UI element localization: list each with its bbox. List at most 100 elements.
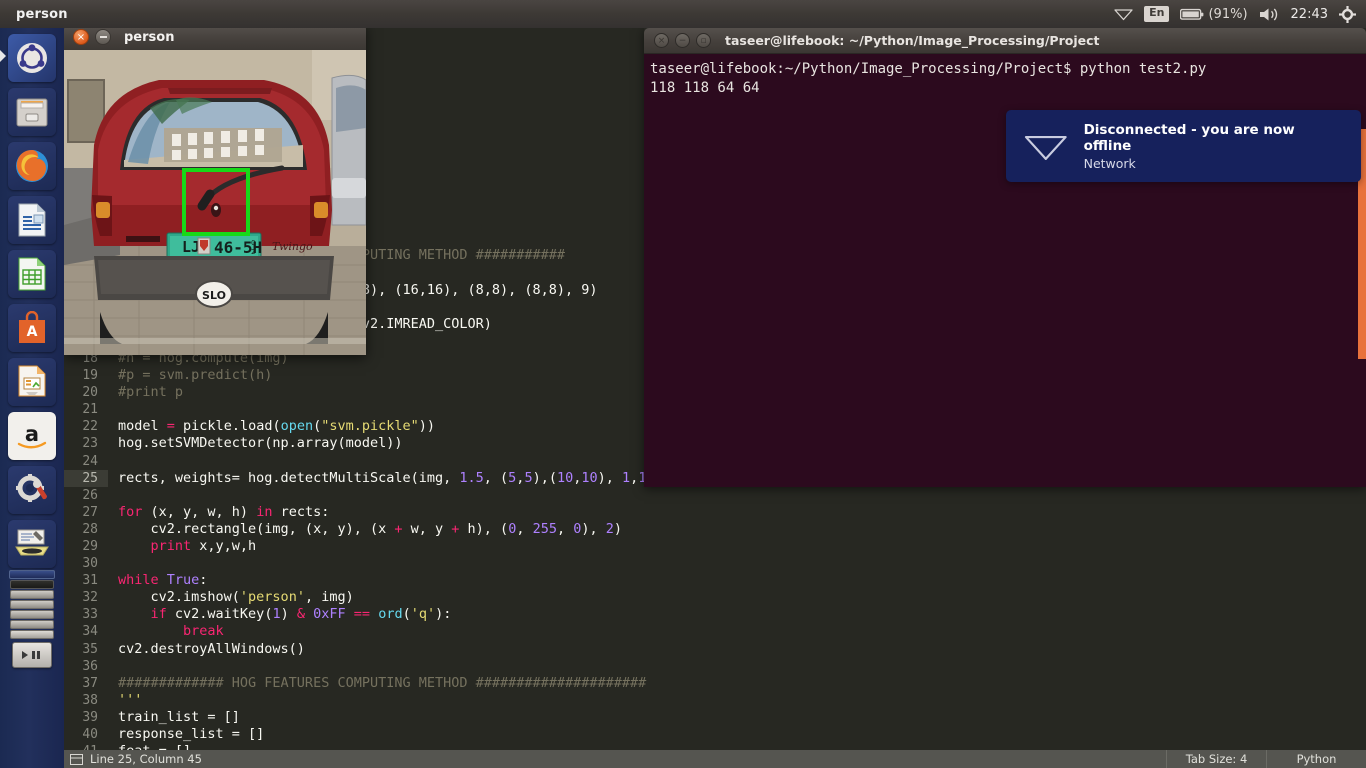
editor-status-bar: Line 25, Column 45 Tab Size: 4 Python — [64, 750, 1366, 768]
terminal-line: 118 118 64 64 — [650, 80, 760, 96]
ubuntu-logo-icon — [17, 43, 47, 73]
line-number: 29 — [82, 538, 98, 554]
code-line[interactable]: 35 cv2.destroyAllWindows() — [64, 641, 1366, 658]
line-number: 31 — [82, 573, 98, 589]
system-tray[interactable]: En (91%) 22:43 — [1114, 5, 1366, 23]
code-line-text: if cv2.waitKey(1) & 0xFF == ord('q'): — [150, 606, 452, 623]
terminal-line: taseer@lifebook:~/Python/Image_Processin… — [650, 61, 1207, 77]
terminal-close-button[interactable]: × — [654, 33, 669, 48]
code-line-text — [108, 453, 118, 470]
stack-item — [10, 600, 54, 609]
code-line-text — [108, 555, 118, 572]
svg-text:a: a — [25, 422, 39, 446]
line-number: 36 — [82, 658, 98, 674]
code-line[interactable]: 32 cv2.imshow('person', img) — [64, 589, 1366, 606]
launcher-item-amazon[interactable]: a — [8, 412, 56, 460]
launcher-item-libreoffice-writer[interactable] — [8, 196, 56, 244]
line-number: 34 — [82, 624, 98, 640]
launcher-item-workspace-switcher[interactable] — [8, 520, 56, 568]
keyboard-layout-indicator[interactable]: En — [1144, 6, 1170, 22]
top-panel[interactable]: person En (91%) 22:43 — [0, 0, 1366, 28]
code-line-text: cv2.imshow('person', img) — [118, 589, 354, 606]
syntax-mode-button[interactable]: Python — [1266, 750, 1366, 768]
code-line[interactable]: 39 train_list = [] — [64, 709, 1366, 726]
clock-label[interactable]: 22:43 — [1291, 7, 1328, 22]
line-number: 40 — [82, 727, 98, 742]
launcher-item-trash[interactable] — [12, 642, 52, 668]
launcher-item-system-settings[interactable] — [8, 466, 56, 514]
terminal-minimize-button[interactable]: − — [675, 33, 690, 48]
stack-item — [10, 620, 54, 629]
code-line[interactable]: 37 ############# HOG FEATURES COMPUTING M… — [64, 675, 1366, 692]
battery-icon — [1180, 8, 1204, 20]
launcher-item-files[interactable] — [8, 88, 56, 136]
code-line-text: cv2.destroyAllWindows() — [118, 640, 305, 657]
line-number: 22 — [82, 419, 98, 435]
wifi-icon[interactable] — [1114, 7, 1133, 21]
launcher-item-ubuntu-dash[interactable] — [0, 34, 56, 82]
line-number: 35 — [82, 641, 98, 657]
code-line[interactable]: 27 for (x, y, w, h) in rects: — [64, 504, 1366, 521]
amazon-icon: a — [17, 422, 47, 449]
launcher-item-libreoffice-calc[interactable] — [8, 250, 56, 298]
layout-icon[interactable] — [70, 753, 83, 765]
terminal-titlebar[interactable]: × − ▫ taseer@lifebook: ~/Python/Image_Pr… — [644, 28, 1366, 54]
line-number: 26 — [82, 487, 98, 503]
code-line[interactable]: 26 — [64, 487, 1366, 504]
code-line-text: hog.setSVMDetector(np.array(model)) — [118, 435, 403, 452]
volume-icon[interactable] — [1259, 7, 1280, 22]
terminal-maximize-button[interactable]: ▫ — [696, 33, 711, 48]
unity-launcher[interactable]: A a — [0, 28, 64, 768]
gear-wrench-icon — [16, 474, 48, 502]
line-number: 24 — [82, 453, 98, 469]
battery-indicator[interactable]: (91%) — [1180, 7, 1248, 22]
launcher-item-firefox[interactable] — [8, 142, 56, 190]
code-line[interactable]: 36 — [64, 658, 1366, 675]
code-line[interactable]: 31 while True: — [64, 572, 1366, 589]
notification-text-group: Disconnected - you are now offline Netwo… — [1084, 122, 1345, 171]
code-line[interactable]: 38 ''' — [64, 692, 1366, 709]
stack-item — [10, 630, 54, 639]
code-line[interactable]: 30 — [64, 555, 1366, 572]
code-line[interactable]: 41feat = [] — [64, 743, 1366, 750]
code-line-text — [108, 401, 118, 418]
code-line[interactable]: 29 print x,y,w,h — [64, 538, 1366, 555]
detection-result-image[interactable]: LJ 46-5H 0 2 Twingo SLO — [64, 50, 366, 355]
launcher-item-libreoffice-impress[interactable] — [8, 358, 56, 406]
status-left-group: Line 25, Column 45 — [64, 752, 202, 766]
launcher-item-ubuntu-software-center[interactable]: A — [8, 304, 56, 352]
status-right-group: Tab Size: 4 Python — [1166, 750, 1366, 768]
minimize-icon[interactable] — [95, 29, 111, 45]
network-notification[interactable]: Disconnected - you are now offline Netwo… — [1006, 110, 1361, 182]
code-line-text: feat = [] — [108, 743, 191, 750]
close-icon[interactable]: × — [73, 29, 89, 45]
code-line[interactable]: 40 response_list = [] — [64, 726, 1366, 743]
line-number: 21 — [82, 402, 98, 418]
code-line-text: #print p — [118, 384, 184, 401]
line-number: 20 — [82, 385, 98, 401]
workspace-stack-icon — [15, 529, 49, 556]
code-line-text — [108, 658, 118, 675]
panel-app-title[interactable]: person — [16, 7, 68, 22]
launcher-window-stack[interactable] — [0, 570, 64, 639]
spreadsheet-icon — [18, 257, 46, 291]
code-line-text: while True: — [118, 572, 208, 589]
presentation-icon — [18, 365, 46, 397]
keyboard-layout-label: En — [1144, 6, 1170, 22]
gear-icon[interactable] — [1339, 5, 1356, 23]
code-line-text: rects, weights= hog.detectMultiScale(img… — [118, 469, 655, 486]
code-line[interactable]: 34 break — [64, 623, 1366, 640]
code-line[interactable]: 28 cv2.rectangle(img, (x, y), (x + w, y … — [64, 521, 1366, 538]
document-icon — [18, 203, 46, 237]
image-preview-window[interactable]: × person LJ 46-5H 0 2 Twingo SLO — [64, 24, 366, 355]
code-line-text: ''' — [118, 691, 143, 708]
svg-text:2: 2 — [251, 248, 255, 256]
svg-text:SLO: SLO — [202, 289, 226, 302]
code-line-text: cv2.rectangle(img, (x, y), (x + w, y + h… — [118, 520, 623, 537]
code-line[interactable]: 33 if cv2.waitKey(1) & 0xFF == ord('q'): — [64, 606, 1366, 623]
code-line-text: model = pickle.load(open("svm.pickle")) — [118, 418, 436, 435]
tab-size-button[interactable]: Tab Size: 4 — [1166, 750, 1266, 768]
terminal-window[interactable]: × − ▫ taseer@lifebook: ~/Python/Image_Pr… — [644, 28, 1366, 487]
code-line-text: response_list = [] — [118, 726, 265, 742]
notification-body: Network — [1083, 155, 1136, 171]
